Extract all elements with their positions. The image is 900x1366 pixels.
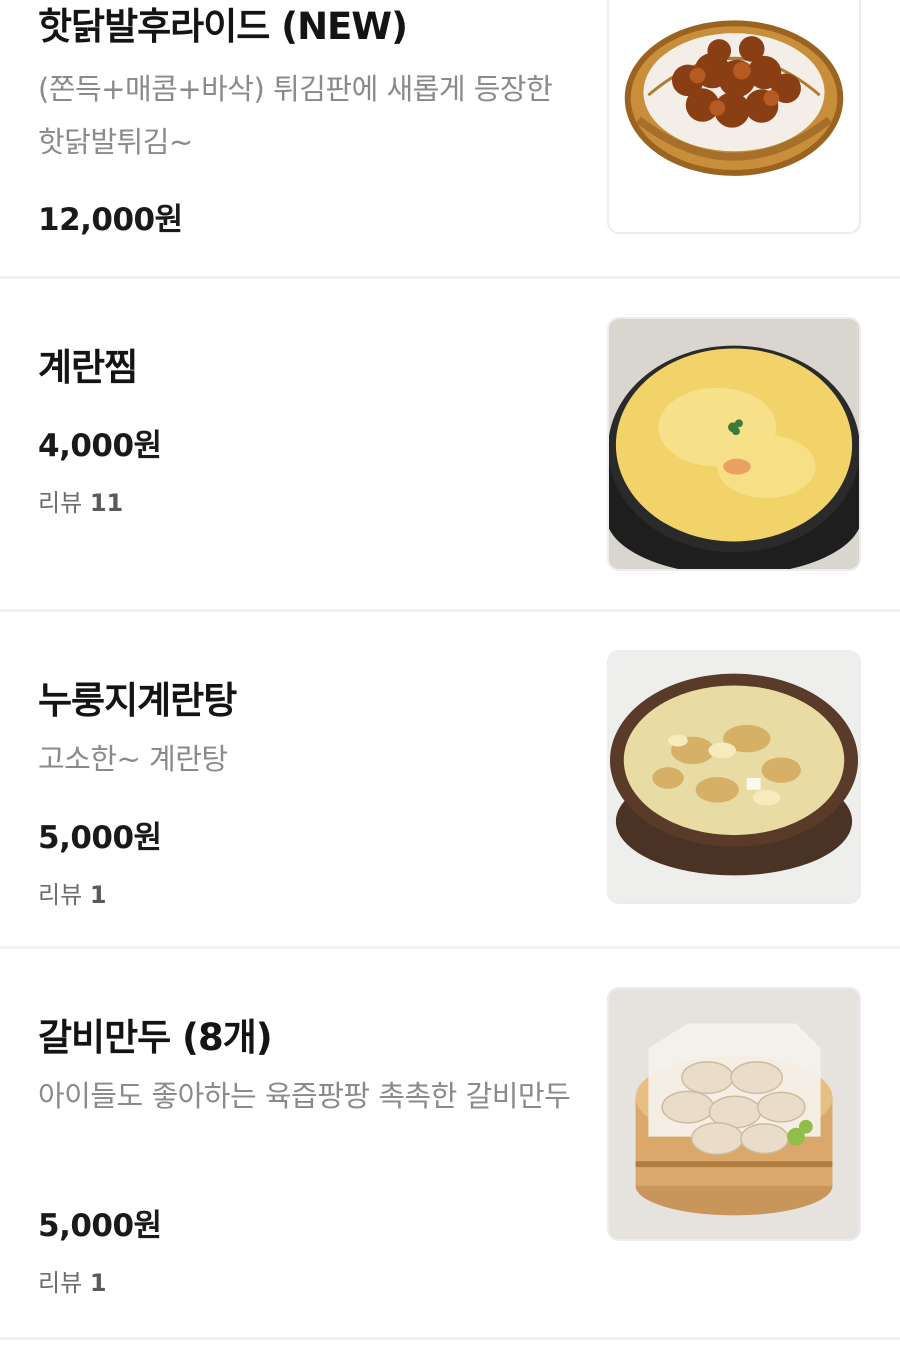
review-count: 1 (89, 881, 107, 909)
menu-item-price: 12,000원 (38, 202, 183, 238)
review-label: 리뷰 (38, 1269, 83, 1297)
menu-item-price: 5,000원 (38, 1208, 162, 1244)
fried-chicken-feet-basket-photo (609, 0, 859, 232)
menu-item-nurungji-egg-soup[interactable]: 누룽지계란탕 고소한~ 계란탕 5,000원 리뷰 1 (0, 612, 900, 949)
menu-item-hot-chicken-feet[interactable]: 핫닭발후라이드 (NEW) (쫀득+매콤+바삭) 튀김판에 새롭게 등장한 핫닭… (0, 0, 900, 279)
review-count: 1 (89, 1269, 107, 1297)
review-label: 리뷰 (38, 881, 83, 909)
menu-item-title: 핫닭발후라이드 (NEW) (38, 5, 408, 48)
menu-item-galbi-dumplings[interactable]: 갈비만두 (8개) 아이들도 좋아하는 육즙팡팡 촉촉한 갈비만두 5,000원… (0, 949, 900, 1340)
menu-item-description: (쫀득+매콤+바삭) 튀김판에 새롭게 등장한 핫닭발튀김~ (38, 72, 553, 159)
menu-list: 핫닭발후라이드 (NEW) (쫀득+매콤+바삭) 튀김판에 새롭게 등장한 핫닭… (0, 0, 900, 1366)
menu-item-image[interactable] (607, 650, 861, 904)
menu-item-review: 리뷰 1 (38, 1263, 107, 1298)
menu-item-title: 계란찜 (38, 346, 138, 389)
menu-item-image[interactable] (607, 317, 861, 571)
menu-item-review: 리뷰 11 (38, 483, 123, 518)
menu-item-image[interactable] (607, 987, 861, 1241)
scorched-rice-egg-soup-photo (609, 652, 859, 902)
menu-item-description: 아이들도 좋아하는 육즙팡팡 촉촉한 갈비만두 (38, 1079, 571, 1113)
menu-item-review: 리뷰 1 (38, 875, 107, 910)
review-label: 리뷰 (38, 489, 83, 517)
menu-item-price: 5,000원 (38, 820, 162, 856)
steamed-egg-stone-pot-photo (609, 319, 859, 569)
menu-item-price: 4,000원 (38, 428, 162, 464)
menu-item-image[interactable] (607, 0, 861, 234)
galbi-dumplings-steamer-photo (609, 989, 859, 1239)
menu-item-description: 고소한~ 계란탕 (38, 742, 228, 776)
review-count: 11 (89, 489, 124, 517)
menu-item-title: 갈비만두 (8개) (38, 1016, 273, 1059)
menu-item-steamed-egg[interactable]: 계란찜 4,000원 리뷰 11 (0, 279, 900, 612)
menu-item-title: 누룽지계란탕 (38, 679, 237, 722)
